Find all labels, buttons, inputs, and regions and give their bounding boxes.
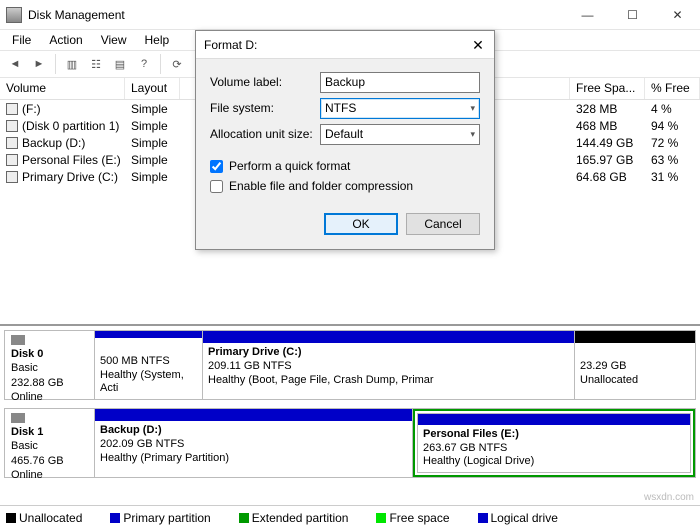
disk-1: Disk 1 Basic 465.76 GB Online Backup (D:… [4,408,696,478]
filesystem-label: File system: [210,101,320,115]
disk-map: Disk 0 Basic 232.88 GB Online 500 MB NTF… [0,324,700,529]
forward-icon[interactable]: ► [28,53,50,75]
legend-logical: Logical drive [478,511,570,525]
watermark: wsxdn.com [644,492,694,503]
view-icon[interactable]: ☷ [85,53,107,75]
minimize-button[interactable]: — [565,0,610,29]
ok-button[interactable]: OK [324,213,398,235]
extended-partition: Personal Files (E:)263.67 GB NTFSHealthy… [413,409,695,477]
dialog-title: Format D: [204,38,470,52]
stripe-primary [95,331,202,338]
titlebar: Disk Management — ☐ ✕ [0,0,700,30]
volume-label-label: Volume label: [210,75,320,89]
disk-info: Disk 1 Basic 465.76 GB Online [5,409,95,477]
help-icon[interactable]: ? [133,53,155,75]
partition-unallocated[interactable]: 23.29 GBUnallocated [575,331,695,399]
disk-icon [11,413,25,423]
partition-logical[interactable]: Personal Files (E:)263.67 GB NTFSHealthy… [417,413,691,473]
window-title: Disk Management [28,8,565,22]
menu-view[interactable]: View [93,31,135,49]
chevron-down-icon: ▾ [470,103,475,114]
volume-label-input[interactable]: Backup [320,72,480,93]
disk-icon [11,335,25,345]
stripe-unallocated [575,331,695,343]
filesystem-select[interactable]: NTFS▾ [320,98,480,119]
legend: Unallocated Primary partition Extended p… [0,505,700,529]
stripe-primary [95,409,412,421]
app-icon [6,7,22,23]
compression-checkbox[interactable]: Enable file and folder compression [210,179,480,193]
menu-action[interactable]: Action [41,31,90,49]
partition[interactable]: 500 MB NTFSHealthy (System, Acti [95,331,203,399]
legend-free: Free space [376,511,461,525]
col-free[interactable]: Free Spa... [570,78,645,99]
col-volume[interactable]: Volume [0,78,125,99]
legend-primary: Primary partition [110,511,222,525]
menu-help[interactable]: Help [137,31,178,49]
partition[interactable]: Primary Drive (C:)209.11 GB NTFSHealthy … [203,331,575,399]
disk-info: Disk 0 Basic 232.88 GB Online [5,331,95,399]
stripe-primary [203,331,574,343]
close-icon[interactable]: ✕ [470,37,486,53]
quick-format-checkbox[interactable]: Perform a quick format [210,159,480,173]
partition[interactable]: Backup (D:)202.09 GB NTFSHealthy (Primar… [95,409,413,477]
col-layout[interactable]: Layout [125,78,180,99]
cancel-button[interactable]: Cancel [406,213,480,235]
refresh-icon[interactable]: ⟳ [166,53,188,75]
close-button[interactable]: ✕ [655,0,700,29]
maximize-button[interactable]: ☐ [610,0,655,29]
disk-0: Disk 0 Basic 232.88 GB Online 500 MB NTF… [4,330,696,400]
chevron-down-icon: ▾ [470,129,475,140]
panel-icon[interactable]: ▥ [61,53,83,75]
allocation-label: Allocation unit size: [210,127,320,141]
stripe-logical [418,414,690,425]
menu-file[interactable]: File [4,31,39,49]
col-pct[interactable]: % Free [645,78,700,99]
legend-extended: Extended partition [239,511,361,525]
list-icon[interactable]: ▤ [109,53,131,75]
allocation-select[interactable]: Default▾ [320,124,480,145]
legend-unallocated: Unallocated [6,511,94,525]
format-dialog: Format D: ✕ Volume label: Backup File sy… [195,30,495,250]
back-icon[interactable]: ◄ [4,53,26,75]
